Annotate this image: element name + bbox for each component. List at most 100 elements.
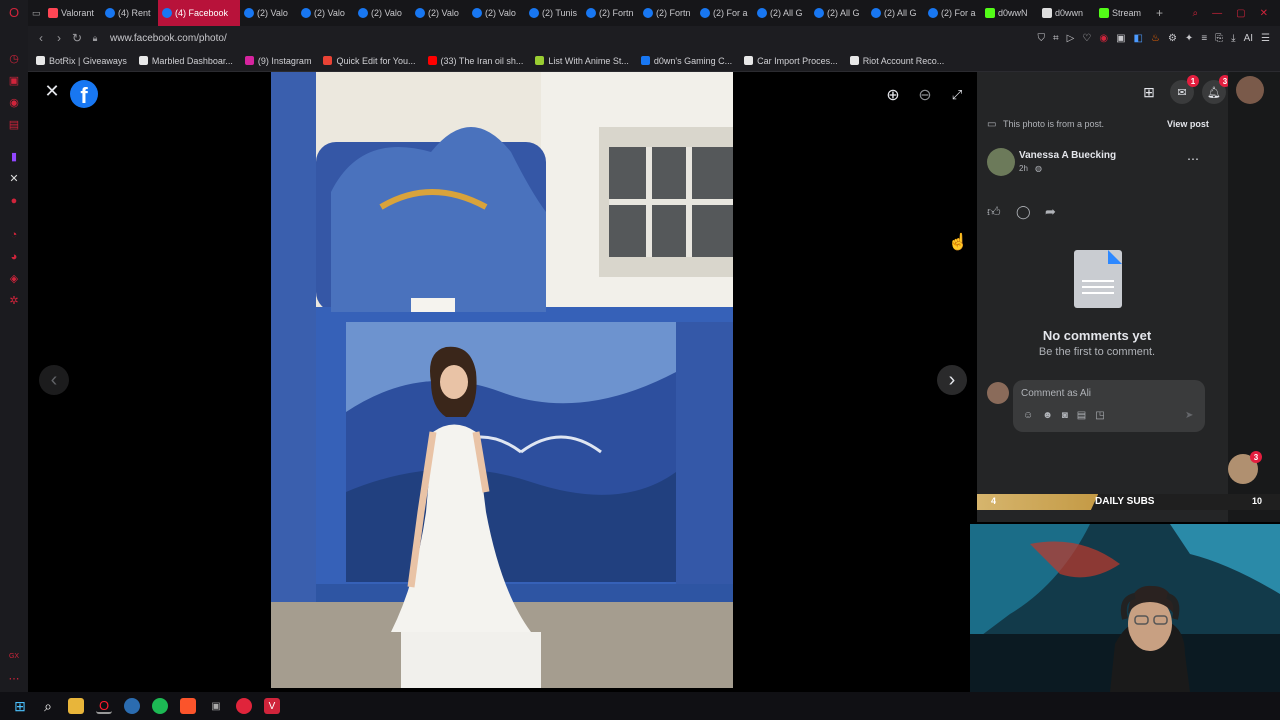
next-photo-button[interactable]: › — [937, 365, 967, 395]
browser-tab[interactable]: Valorant — [44, 0, 101, 26]
new-tab-icon[interactable]: + — [1152, 0, 1167, 26]
history-icon[interactable]: ◷ — [7, 52, 21, 66]
clock-icon[interactable]: ◔ — [7, 228, 21, 242]
browser-tab[interactable]: (2) Valo — [468, 0, 525, 26]
bookmark-item[interactable]: Marbled Dashboar... — [138, 56, 233, 66]
messenger-icon[interactable]: ◉ — [7, 96, 21, 110]
profile-avatar[interactable] — [1236, 76, 1264, 104]
browser-tab[interactable]: (2) For a — [924, 0, 981, 26]
app-red-icon[interactable] — [236, 698, 252, 714]
browser-tab[interactable]: (2) Valo — [240, 0, 297, 26]
bookmark-item[interactable]: List With Anime St... — [535, 56, 629, 66]
screenshot-icon[interactable]: ⌗ — [1053, 33, 1059, 44]
view-post-link[interactable]: View post — [1167, 119, 1209, 129]
browser-tab[interactable]: d0wwN — [981, 0, 1038, 26]
browser-tab[interactable]: (2) For a — [696, 0, 753, 26]
gx-icon[interactable]: GX — [7, 650, 21, 664]
browser-tab[interactable]: Stream — [1095, 0, 1152, 26]
zoom-out-icon[interactable]: ⊖ — [910, 80, 940, 110]
snapshot-icon[interactable]: ▤ — [7, 118, 21, 132]
pinboard-icon[interactable]: ◈ — [7, 272, 21, 286]
filter-icon[interactable]: ≡ — [1201, 33, 1207, 44]
bookmark-item[interactable]: d0wn's Gaming C... — [640, 56, 732, 66]
bookmark-item[interactable]: (33) The Iran oil sh... — [427, 56, 523, 66]
search-icon[interactable]: ⌕ — [40, 698, 56, 714]
bookmark-item[interactable]: (9) Instagram — [244, 56, 311, 66]
opera-gx-icon[interactable]: O — [96, 698, 112, 714]
heart-icon[interactable]: ♡ — [1082, 33, 1091, 44]
sticker-icon[interactable]: ◳ — [1095, 410, 1104, 421]
vpn-icon[interactable]: ▣ — [1116, 33, 1125, 44]
back-icon[interactable]: ‹ — [32, 31, 50, 45]
opera-logo-icon[interactable]: O — [7, 6, 21, 20]
avatar-sticker-icon[interactable]: ☺ — [1023, 410, 1033, 421]
twitch-icon[interactable]: ▮ — [7, 150, 21, 164]
settings-icon[interactable]: ✲ — [7, 294, 21, 308]
close-window-icon[interactable]: ✕ — [1260, 8, 1268, 19]
browser-tab[interactable]: (2) Fortn — [639, 0, 696, 26]
share-icon[interactable]: ➦ — [1045, 204, 1056, 220]
browser-tab[interactable]: (2) Valo — [411, 0, 468, 26]
forward-icon[interactable]: › — [50, 31, 68, 45]
download-icon[interactable]: ⤓ — [1231, 33, 1235, 44]
browser-tab[interactable]: (2) All G — [810, 0, 867, 26]
menu-icon[interactable]: ☰ — [1261, 33, 1270, 44]
messenger-icon[interactable]: ✉ 1 — [1170, 75, 1199, 104]
browser-tab[interactable]: d0wwn — [1038, 0, 1095, 26]
browser-tab[interactable]: (2) All G — [867, 0, 924, 26]
bookmark-item[interactable]: BotRix | Giveaways — [36, 56, 127, 66]
extension-blue-icon[interactable]: ◧ — [1134, 33, 1143, 44]
spotify-icon[interactable] — [152, 698, 168, 714]
x-icon[interactable]: ✕ — [7, 172, 21, 186]
windows-start-icon[interactable]: ⊞ — [12, 698, 28, 714]
like-icon[interactable]: 👍︎ — [987, 204, 1001, 220]
gif-icon[interactable]: ▤ — [1077, 410, 1086, 421]
send-icon[interactable]: ➤ — [1185, 410, 1193, 421]
play-icon[interactable]: ▷ — [1067, 33, 1075, 44]
search-tabs-icon[interactable]: ⌕ — [1193, 8, 1199, 19]
browser-tab[interactable]: (4) Rent — [101, 0, 158, 26]
tab-overview-icon[interactable]: ▭ — [28, 0, 44, 26]
ai-button[interactable]: AI — [1244, 33, 1253, 44]
camera-icon[interactable]: ◙ — [1062, 410, 1068, 421]
fire-icon[interactable]: ♨ — [1151, 33, 1160, 44]
author-name[interactable]: Vanessa A Buecking — [1019, 150, 1116, 161]
maximize-icon[interactable]: ▢ — [1236, 8, 1245, 19]
menu-grid-icon[interactable]: ⊞ — [1137, 80, 1161, 104]
app-window-icon[interactable]: ▣ — [208, 698, 224, 714]
minimize-icon[interactable]: — — [1212, 8, 1222, 19]
browser-tab[interactable]: (2) Fortn — [582, 0, 639, 26]
puzzle-icon[interactable]: ✦ — [1185, 33, 1193, 44]
close-viewer-icon[interactable]: ✕ — [37, 76, 67, 106]
fullscreen-icon[interactable]: ⤢ — [942, 80, 972, 110]
zoom-in-icon[interactable]: ⊕ — [878, 80, 908, 110]
url-field[interactable]: www.facebook.com/photo/ — [110, 33, 227, 44]
author-avatar[interactable] — [987, 148, 1015, 176]
bag-icon[interactable]: ▣ — [7, 74, 21, 88]
comment-input[interactable]: Comment as Ali ☺ ☻ ◙ ▤ ◳ ➤ — [1013, 380, 1205, 432]
browser-tab[interactable]: (2) Valo — [297, 0, 354, 26]
bookmark-icon[interactable]: ⛉ — [1038, 33, 1046, 44]
browser-tab[interactable]: (2) All G — [753, 0, 810, 26]
more-options-icon[interactable]: ⋯ — [1187, 152, 1199, 166]
browser-tab[interactable]: (2) Valo — [354, 0, 411, 26]
browser-tab[interactable]: (2) Tunis — [525, 0, 582, 26]
comment-icon[interactable]: ◯ — [1016, 204, 1031, 220]
music-icon[interactable]: ● — [7, 194, 21, 208]
file-explorer-icon[interactable] — [68, 698, 84, 714]
post-time[interactable]: 2h — [1019, 164, 1028, 173]
valorant-icon[interactable]: V — [264, 698, 280, 714]
bookmark-item[interactable]: Riot Account Reco... — [849, 56, 944, 66]
share-icon[interactable]: ⎘ — [1215, 33, 1223, 44]
recent-icon[interactable]: ◕ — [7, 250, 21, 264]
adblock-icon[interactable]: ◉ — [1099, 33, 1108, 44]
notifications-bell-icon[interactable]: 🔔︎ 3 — [1202, 75, 1231, 104]
more-icon[interactable]: ⋯ — [7, 672, 21, 686]
app-blue-icon[interactable] — [124, 698, 140, 714]
reload-icon[interactable]: ↻ — [68, 31, 86, 45]
bookmark-item[interactable]: Car Import Proces... — [744, 56, 838, 66]
extension-icon[interactable]: ⚙ — [1168, 33, 1177, 44]
emoji-icon[interactable]: ☻ — [1042, 410, 1053, 421]
bookmark-item[interactable]: Quick Edit for You... — [323, 56, 416, 66]
chat-head-avatar[interactable]: 3 — [1228, 451, 1262, 484]
